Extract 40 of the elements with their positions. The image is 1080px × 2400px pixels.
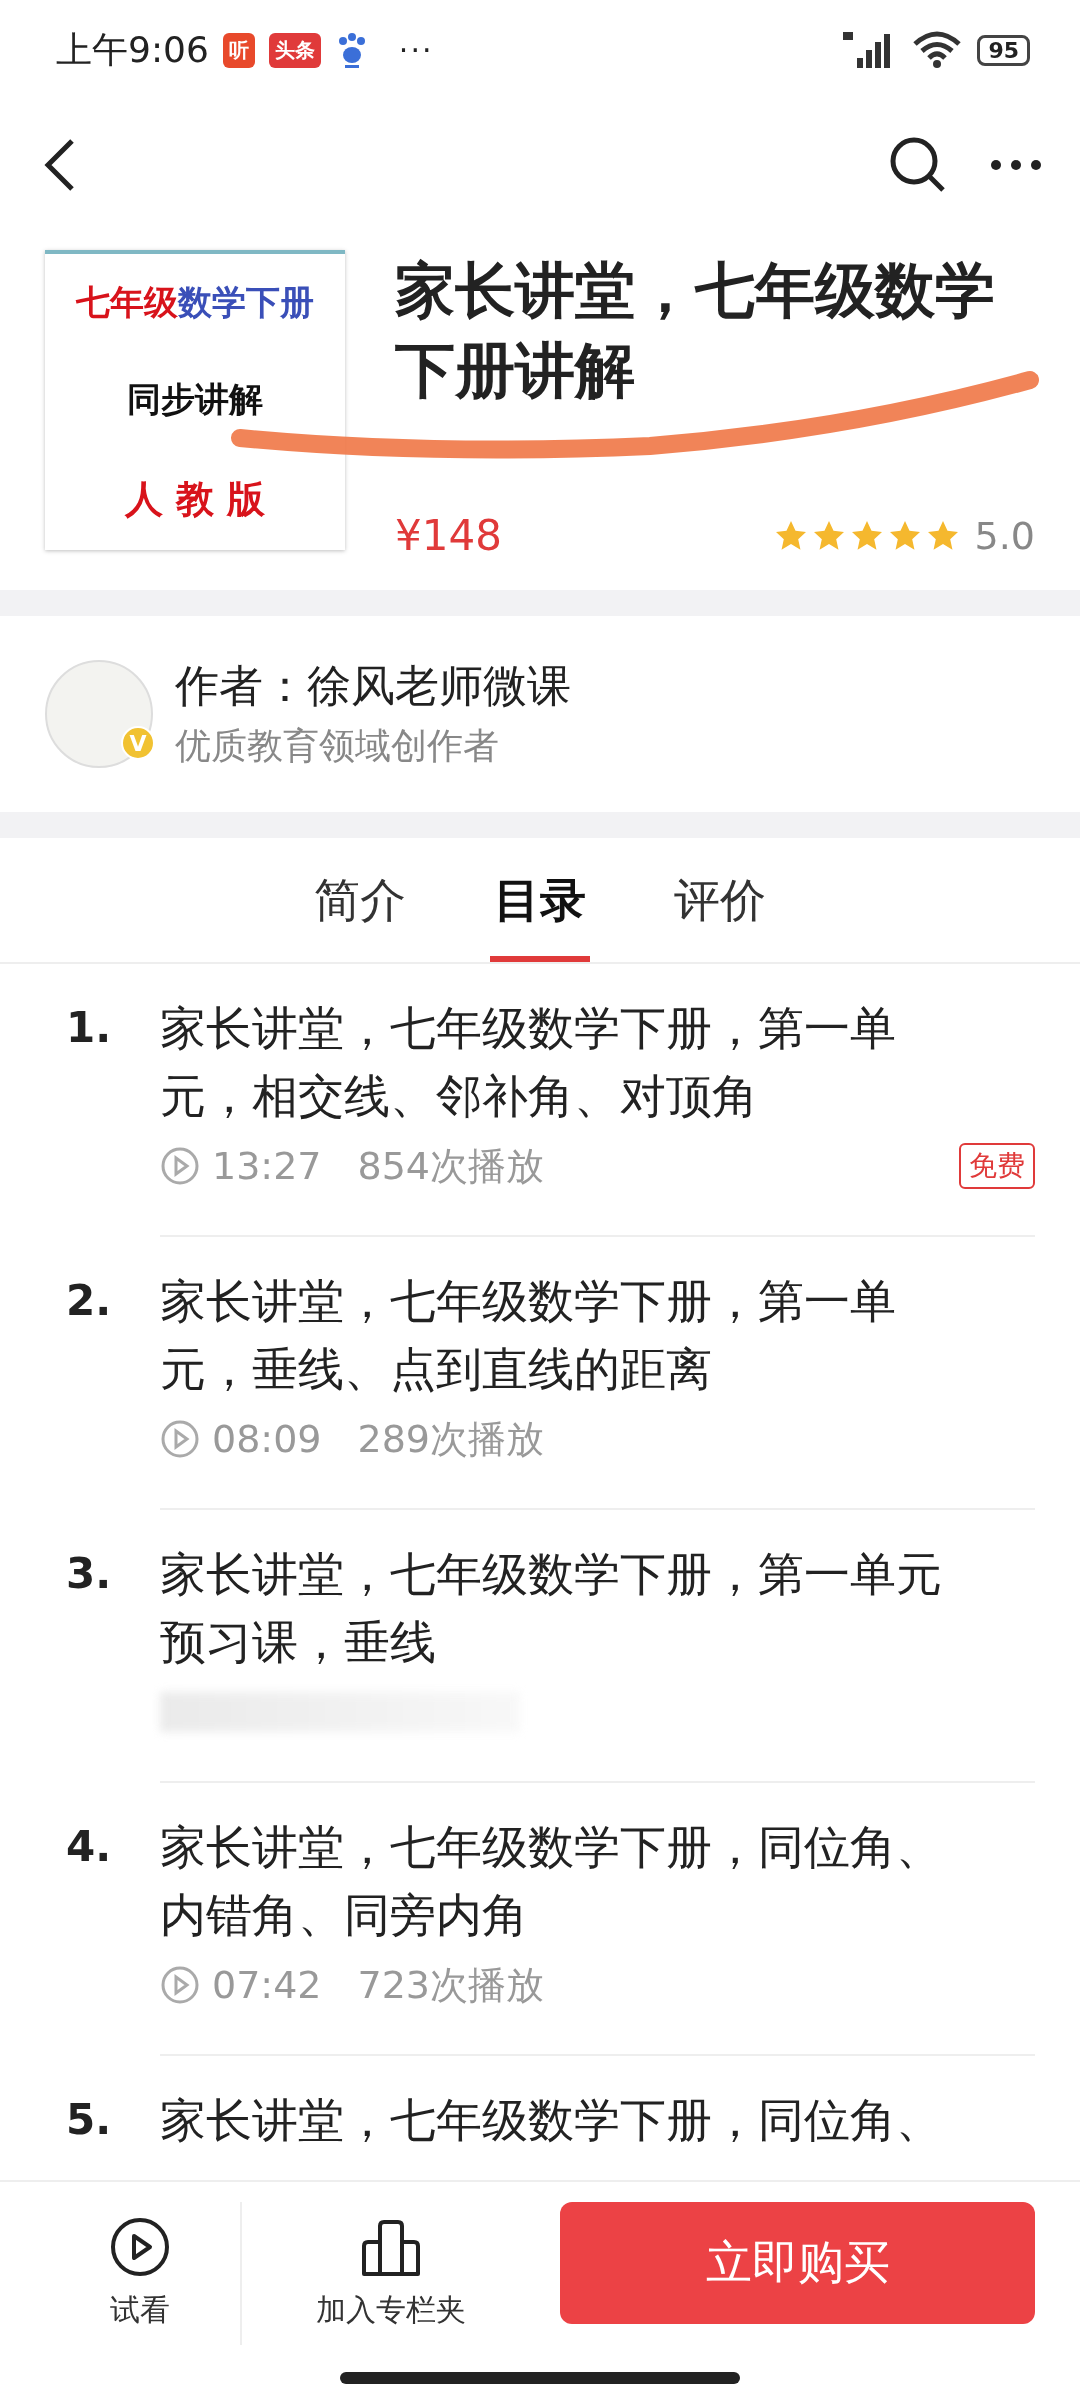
collect-button[interactable]: 加入专栏夹 xyxy=(240,2202,540,2345)
author-name: 作者：徐风老师微课 xyxy=(175,659,571,713)
more-icon[interactable] xyxy=(988,157,1044,173)
app-notification-icon: 头条 xyxy=(268,32,321,68)
lesson-number: 3. xyxy=(66,1548,113,1600)
lesson-number: 4. xyxy=(66,1821,113,1873)
free-badge: 免费 xyxy=(959,1143,1035,1189)
rating-score: 5.0 xyxy=(974,513,1035,558)
author-description: 优质教育领域创作者 xyxy=(175,724,500,768)
verified-badge: V xyxy=(121,726,155,760)
lesson-duration: 07:42 xyxy=(212,1963,322,2007)
play-icon xyxy=(160,1419,200,1459)
lesson-number: 1. xyxy=(66,1002,113,1054)
course-cover: 七年级数学下册 同步讲解 人 教 版 xyxy=(45,250,345,550)
tab[interactable]: 目录 xyxy=(490,838,590,962)
app-notification-icon: 听 xyxy=(222,32,255,68)
status-time: 上午9:06 xyxy=(56,27,209,72)
lesson-title[interactable]: 家长讲堂，七年级数学下册，第一单元，相交线、邻补角、对顶角 xyxy=(160,994,965,1130)
trial-button[interactable]: 试看 xyxy=(40,2202,240,2345)
play-count: 289次播放 xyxy=(357,1415,545,1463)
lesson-title[interactable]: 家长讲堂，七年级数学下册，同位角、内错角、同旁内角 xyxy=(160,1813,965,1949)
play-icon xyxy=(160,1965,200,2005)
play-count: 854次播放 xyxy=(357,1142,545,1190)
lesson-title[interactable]: 家长讲堂，七年级数学下册，同位角、 xyxy=(160,2086,965,2154)
buy-button[interactable]: 立即购买 xyxy=(560,2202,1035,2324)
course-price: ¥148 xyxy=(395,511,502,560)
battery-indicator: 95 xyxy=(977,34,1030,66)
course-title: 家长讲堂，七年级数学下册讲解 xyxy=(395,254,996,407)
more-notifications: ··· xyxy=(398,32,434,68)
lesson-title[interactable]: 家长讲堂，七年级数学下册，第一单元，垂线、点到直线的距离 xyxy=(160,1267,965,1403)
play-icon xyxy=(109,2216,171,2278)
lesson-title[interactable]: 家长讲堂，七年级数学下册，第一单元预习课，垂线 xyxy=(160,1540,965,1676)
play-count: 723次播放 xyxy=(357,1961,545,2009)
tab[interactable]: 评价 xyxy=(670,838,770,962)
lesson-duration: 13:27 xyxy=(212,1144,322,1188)
play-icon xyxy=(160,1146,200,1186)
lesson-number: 5. xyxy=(66,2094,113,2146)
lesson-number: 2. xyxy=(66,1275,113,1327)
tab[interactable]: 简介 xyxy=(310,838,410,962)
lesson-duration: 08:09 xyxy=(212,1417,322,1461)
